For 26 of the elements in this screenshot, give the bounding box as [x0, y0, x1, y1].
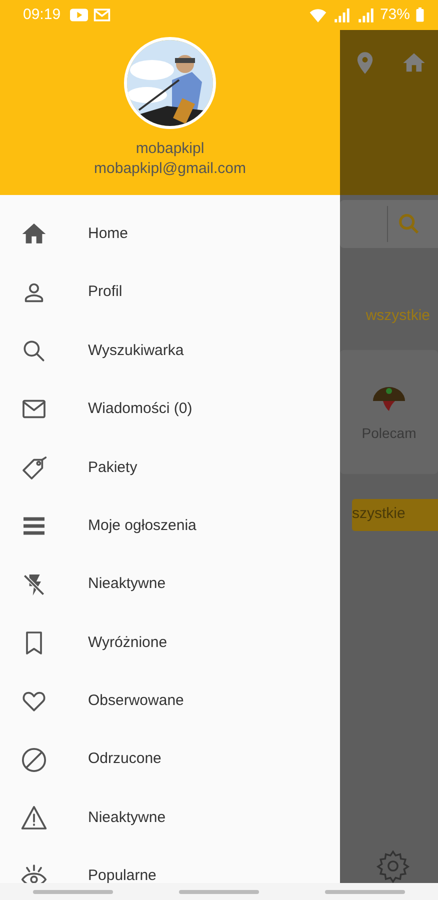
- menu-item[interactable]: Profil: [0, 263, 340, 322]
- menu-item[interactable]: Wyróżnione: [0, 614, 340, 672]
- clock: 09:19: [23, 4, 61, 25]
- signal-icon: [356, 6, 376, 24]
- menu-item[interactable]: Moje ogłoszenia: [0, 496, 340, 556]
- battery-icon: [414, 5, 426, 25]
- menu-item[interactable]: Home: [0, 205, 340, 264]
- battery-percent: 73%: [380, 4, 410, 25]
- settings-icon: [376, 848, 410, 882]
- menu-item[interactable]: Obserwowane: [0, 672, 340, 731]
- signal-icon: [332, 6, 352, 24]
- user-name: mobapkipl: [136, 139, 204, 159]
- block-icon: [20, 746, 48, 774]
- menu-item[interactable]: Nieaktywne: [0, 788, 340, 848]
- tag-icon: [20, 454, 48, 482]
- mail-notification-icon: [92, 6, 111, 24]
- menu-item[interactable]: Odrzucone: [0, 730, 340, 789]
- wifi-icon: [308, 6, 328, 24]
- video-app-icon: [68, 6, 89, 24]
- search-field[interactable]: [340, 200, 438, 248]
- menu-item[interactable]: Wiadomości (0): [0, 380, 340, 439]
- menu-item[interactable]: Wyszukiwarka: [0, 322, 340, 380]
- menu-item[interactable]: Nieaktywne: [0, 555, 340, 614]
- menu-item[interactable]: Pakiety: [0, 438, 340, 497]
- warning-icon: [20, 804, 48, 832]
- user-email: mobapkipl@gmail.com: [94, 159, 246, 179]
